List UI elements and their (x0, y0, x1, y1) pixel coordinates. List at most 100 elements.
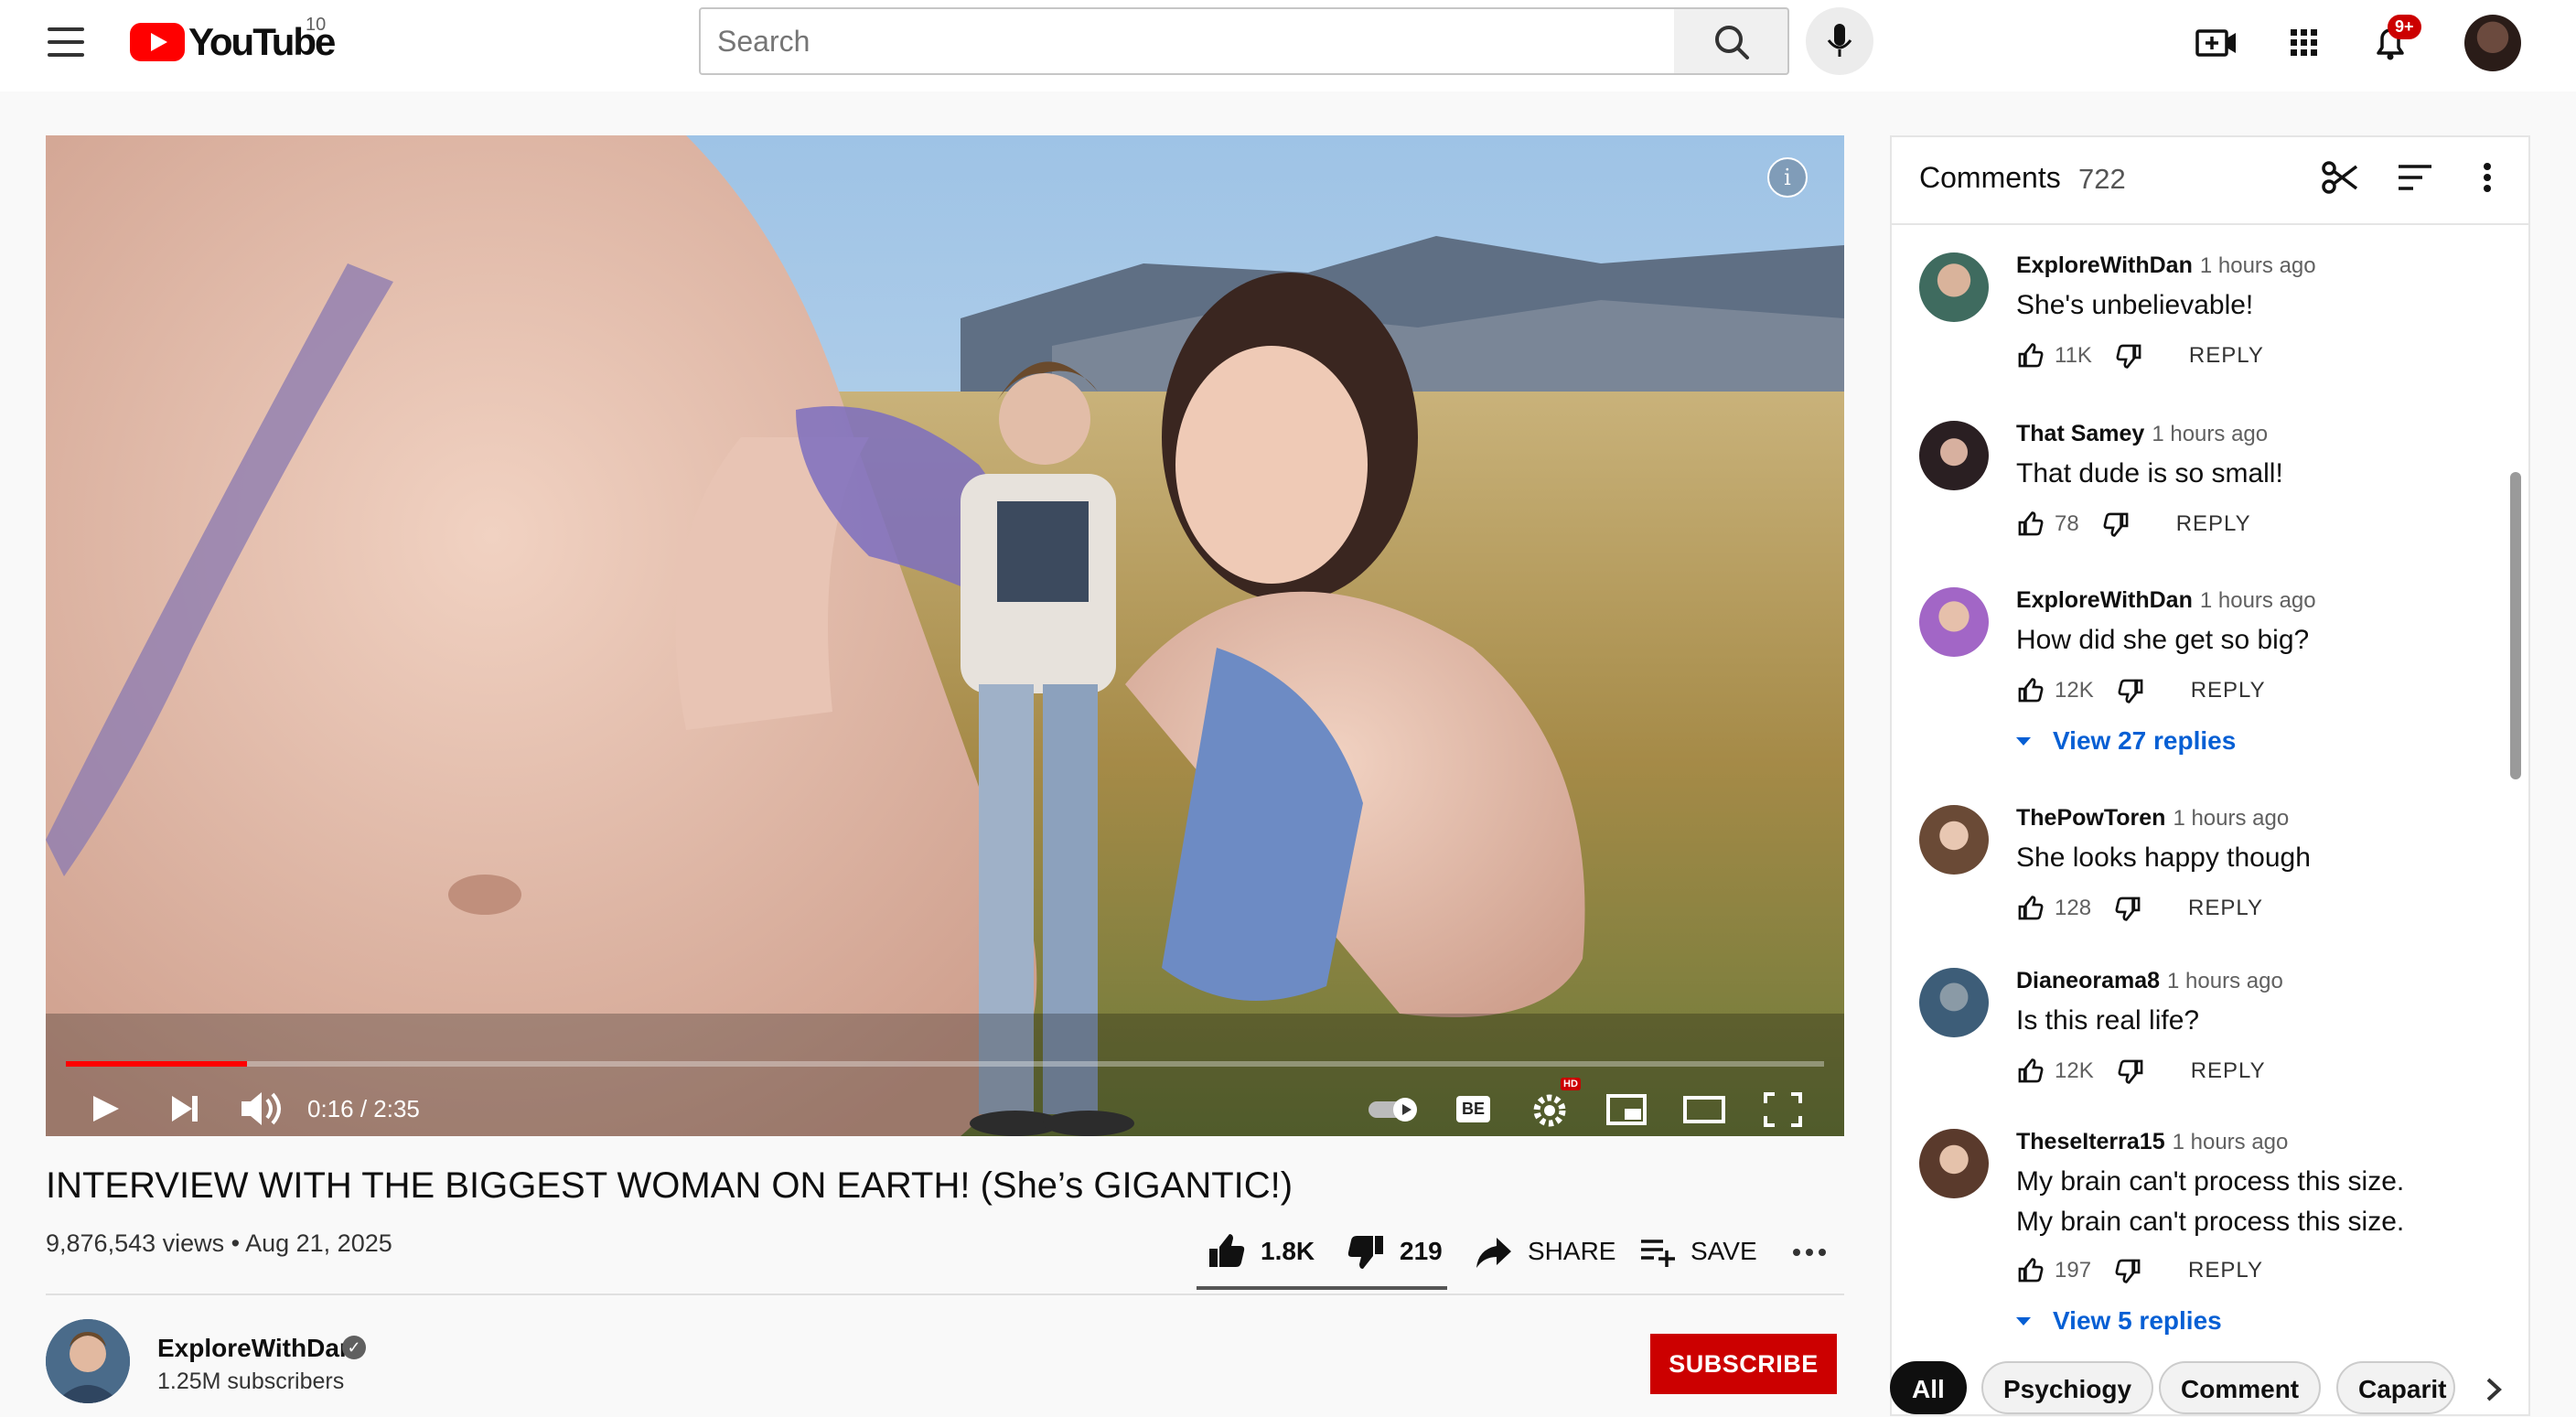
volume-button[interactable] (238, 1081, 284, 1136)
comment-item: That Samey 1 hours ago That dude is so sm… (1919, 421, 2505, 540)
comment-author[interactable]: ExploreWithDan (2016, 587, 2193, 613)
comment-text: She looks happy though (2016, 843, 2311, 873)
microphone-icon (1827, 24, 1852, 57)
subscribe-button[interactable]: SUBSCRIBE (1650, 1334, 1837, 1394)
play-button[interactable] (88, 1081, 124, 1136)
comment-reply-button[interactable]: REPLY (2188, 1258, 2263, 1283)
comment-author[interactable]: Dianeorama8 (2016, 968, 2160, 993)
comment-dislike-icon[interactable] (2116, 342, 2143, 370)
comment-reply-button[interactable]: REPLY (2176, 511, 2251, 537)
comment-like-count: 128 (2055, 896, 2092, 920)
like-count: 1.8K (1261, 1237, 1315, 1265)
like-button[interactable]: 1.8K (1206, 1226, 1315, 1277)
chip-caparit[interactable]: Caparit (2336, 1361, 2455, 1414)
verified-badge-icon: ✓ (342, 1336, 366, 1359)
dislike-button[interactable]: 219 (1345, 1226, 1443, 1277)
comment-text-line: My brain can't process this size. (2016, 1207, 2405, 1237)
voice-search-button[interactable] (1806, 7, 1873, 75)
comment-author[interactable]: ThePowToren (2016, 805, 2165, 831)
comment-dislike-icon[interactable] (2118, 677, 2145, 704)
thumbs-up-icon (1209, 1234, 1245, 1267)
chips-next-arrow-icon[interactable] (2475, 1367, 2512, 1417)
comment-avatar[interactable] (1919, 1129, 1989, 1198)
video-player[interactable] (46, 135, 1844, 1136)
save-label: SAVE (1690, 1237, 1757, 1265)
comment-like-icon[interactable] (2016, 677, 2044, 704)
comment-like-count: 197 (2055, 1258, 2092, 1283)
comment-reply-button[interactable]: REPLY (2189, 343, 2264, 369)
search-button[interactable] (1674, 7, 1789, 75)
logo-country-code: 10 (306, 15, 327, 35)
comment-time: 1 hours ago (2172, 1130, 2289, 1154)
comment-reply-button[interactable]: REPLY (2188, 896, 2263, 921)
account-avatar[interactable] (2464, 15, 2521, 71)
playlist-add-icon (1641, 1240, 1675, 1267)
comment-author[interactable]: That Samey (2016, 421, 2144, 446)
comment-dislike-icon[interactable] (2115, 895, 2142, 922)
comment-author[interactable]: ExploreWithDan (2016, 252, 2193, 278)
captions-button[interactable]: BE (1456, 1081, 1491, 1136)
save-button[interactable]: SAVE (1639, 1226, 1757, 1277)
chip-psychiogy[interactable]: Psychiogy (1981, 1361, 2154, 1414)
miniplayer-button[interactable] (1605, 1081, 1650, 1136)
sort-icon[interactable] (2395, 159, 2435, 200)
comment-dislike-icon[interactable] (2118, 1057, 2145, 1085)
clip-scissors-icon[interactable] (2320, 157, 2360, 202)
skip-next-icon (172, 1096, 198, 1122)
share-label: SHARE (1528, 1237, 1616, 1265)
comment-time: 1 hours ago (2199, 588, 2316, 613)
share-button[interactable]: SHARE (1473, 1226, 1615, 1277)
channel-avatar[interactable] (46, 1319, 130, 1403)
progress-bar-track[interactable] (66, 1061, 1824, 1067)
comment-text: My brain can't process this size. My bra… (2016, 1162, 2404, 1242)
comments-scrollbar[interactable] (2510, 472, 2521, 779)
comment-item: ExploreWithDan 1 hours ago How did she ge… (1919, 587, 2505, 706)
thumbs-down-icon (1347, 1236, 1383, 1269)
chip-comment[interactable]: Comment (2159, 1361, 2322, 1414)
chevron-down-icon (2016, 1317, 2031, 1326)
autoplay-toggle[interactable] (1367, 1081, 1422, 1136)
fullscreen-button[interactable] (1760, 1081, 1806, 1136)
hd-badge: HD (1561, 1078, 1581, 1090)
comment-like-icon[interactable] (2016, 895, 2044, 922)
comment-time: 1 hours ago (2152, 422, 2269, 446)
menu-icon[interactable] (48, 27, 84, 57)
channel-name[interactable]: ExploreWithDan (157, 1334, 355, 1363)
comment-reply-button[interactable]: REPLY (2191, 678, 2266, 703)
comment-like-count: 11K (2055, 343, 2092, 368)
view-replies-button[interactable]: View 27 replies (2012, 726, 2236, 756)
time-display: 0:16 / 2:35 (307, 1095, 420, 1122)
chip-all[interactable]: All (1890, 1361, 1967, 1414)
comment-text: That dude is so small! (2016, 458, 2283, 488)
create-video-icon[interactable] (2192, 18, 2241, 68)
comment-avatar[interactable] (1919, 587, 1989, 657)
view-replies-button[interactable]: View 5 replies (2012, 1306, 2222, 1336)
comment-avatar[interactable] (1919, 252, 1989, 322)
search-input[interactable] (701, 9, 1674, 73)
comment-avatar[interactable] (1919, 968, 1989, 1037)
comment-dislike-icon[interactable] (2115, 1257, 2142, 1284)
comment-reply-button[interactable]: REPLY (2191, 1058, 2266, 1084)
comment-text-line: My brain can't process this size. (2016, 1166, 2405, 1197)
comment-like-icon[interactable] (2016, 510, 2044, 538)
comment-avatar[interactable] (1919, 421, 1989, 490)
comment-dislike-icon[interactable] (2103, 510, 2131, 538)
more-actions-button[interactable] (1791, 1226, 1828, 1277)
comment-time: 1 hours ago (2199, 253, 2316, 278)
view-replies-label: View 5 replies (2053, 1306, 2222, 1335)
comment-avatar[interactable] (1919, 805, 1989, 875)
comment-like-icon[interactable] (2016, 342, 2044, 370)
comment-author[interactable]: TheseIterra15 (2016, 1129, 2165, 1154)
theater-mode-button[interactable] (1681, 1081, 1727, 1136)
comments-more-icon[interactable] (2474, 157, 2501, 202)
comment-like-icon[interactable] (2016, 1057, 2044, 1085)
next-button[interactable] (166, 1081, 203, 1136)
comments-title: Comments (1919, 161, 2061, 194)
more-horizontal-icon (1793, 1249, 1826, 1256)
youtube-logo[interactable]: YouTube (130, 20, 336, 64)
comments-header-divider (1892, 223, 2528, 225)
comment-like-icon[interactable] (2016, 1257, 2044, 1284)
dislike-count: 219 (1400, 1237, 1443, 1265)
apps-grid-icon[interactable] (2280, 18, 2329, 68)
info-icon[interactable]: i (1767, 157, 1808, 198)
